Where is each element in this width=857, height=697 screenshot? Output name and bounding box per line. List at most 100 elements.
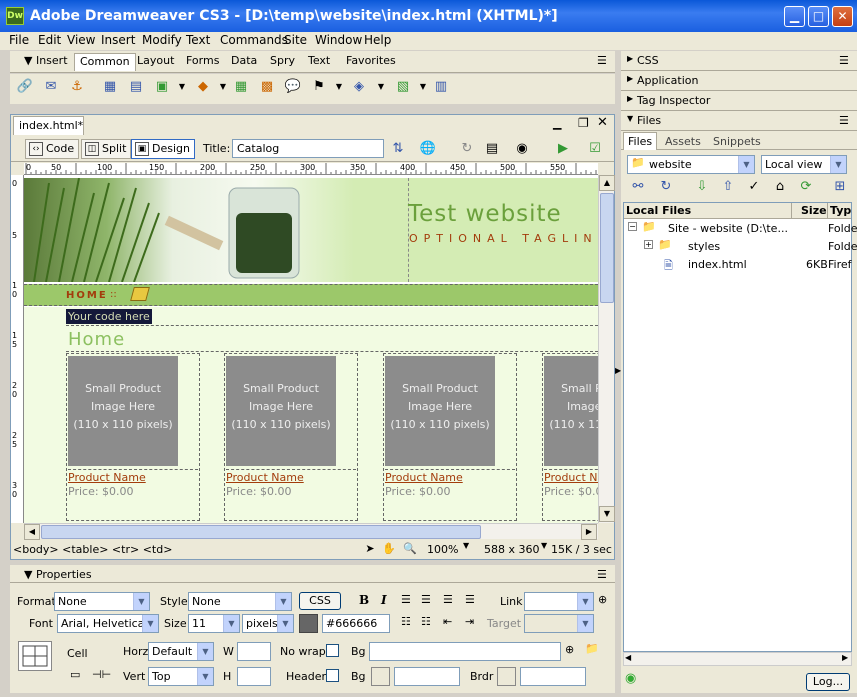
scroll-left-icon[interactable]: ◀ (625, 653, 631, 662)
refresh-design-icon[interactable]: ↻ (458, 140, 476, 158)
get-files-icon[interactable]: ⇩ (693, 178, 711, 196)
menu-insert[interactable]: Insert (101, 33, 135, 47)
preview-browser-icon[interactable]: 🌐 (419, 140, 437, 158)
product-name-link[interactable]: Product Name (68, 471, 146, 484)
media-dropdown-icon[interactable]: ▼ (214, 78, 232, 96)
panel-options-icon[interactable]: ☰ (597, 568, 607, 581)
tag-chooser-icon[interactable]: ▥ (432, 78, 450, 96)
zoom-tool-icon[interactable]: 🔍 (401, 540, 419, 558)
design-canvas[interactable]: Test website OPTIONAL TAGLINE HOME :: Yo… (24, 175, 598, 523)
scroll-left-icon[interactable]: ◀ (24, 524, 40, 540)
tab-favorites[interactable]: Favorites (346, 54, 396, 67)
image-icon[interactable]: ▣ (153, 78, 171, 96)
view-select[interactable]: Local view (761, 155, 847, 174)
script-icon[interactable]: ◈ (350, 78, 368, 96)
browse-folder-icon[interactable]: 📁 (585, 642, 599, 655)
menu-modify[interactable]: Modify (142, 33, 182, 47)
target-select[interactable] (524, 614, 594, 633)
files-panel-header[interactable]: ▼ Files ☰ (621, 111, 857, 131)
doc-close-icon[interactable]: ✕ (597, 115, 608, 130)
size-select[interactable]: 11 (188, 614, 240, 633)
nav-home-link[interactable]: HOME (66, 290, 108, 301)
header-checkbox[interactable] (326, 669, 339, 682)
menu-view[interactable]: View (67, 33, 95, 47)
properties-header[interactable]: ▼ Properties ☰ (10, 565, 615, 583)
collapse-tree-icon[interactable]: − (628, 222, 637, 231)
insert-bar-title[interactable]: ▼ Insert (24, 54, 68, 67)
window-size[interactable]: 588 x 360 (484, 543, 540, 556)
menu-edit[interactable]: Edit (38, 33, 61, 47)
bold-button[interactable]: B (359, 593, 369, 607)
format-select[interactable]: None (54, 592, 150, 611)
align-center-icon[interactable]: ☰ (421, 593, 431, 606)
title-input[interactable]: Catalog (232, 139, 384, 158)
scroll-down-icon[interactable]: ▼ (599, 506, 615, 522)
tag-selector[interactable]: <body> <table> <tr> <td> (13, 543, 172, 556)
scroll-right-icon[interactable]: ▶ (842, 653, 848, 662)
check-browser-icon[interactable]: ☑ (586, 140, 604, 158)
bg-color-swatch[interactable] (371, 667, 390, 686)
visual-aids-icon[interactable]: ◉ (513, 140, 531, 158)
maximize-button[interactable]: □ (808, 6, 829, 27)
height-input[interactable] (237, 667, 271, 686)
head-dropdown-icon[interactable]: ▼ (330, 78, 348, 96)
point-to-file-icon[interactable]: ⊕ (598, 593, 607, 606)
tab-snippets[interactable]: Snippets (713, 135, 761, 148)
design-view-button[interactable]: ▣ Design (131, 139, 195, 159)
border-color-input[interactable] (520, 667, 586, 686)
menu-site[interactable]: Site (284, 33, 307, 47)
align-left-icon[interactable]: ☰ (401, 593, 411, 606)
horizontal-scrollbar[interactable]: ◀ ▶ (24, 523, 598, 540)
application-panel-header[interactable]: ▶ Application (621, 71, 857, 91)
check-out-icon[interactable]: ✓ (745, 178, 763, 196)
indent-icon[interactable]: ⇥ (465, 615, 474, 628)
tab-forms[interactable]: Forms (186, 54, 219, 67)
hyperlink-icon[interactable]: 🔗 (16, 78, 34, 96)
panel-options-icon[interactable]: ☰ (839, 54, 849, 67)
split-view-button[interactable]: ◫ Split (81, 139, 132, 159)
check-in-icon[interactable]: ⌂ (771, 178, 789, 196)
menu-text[interactable]: Text (186, 33, 210, 47)
text-color-swatch[interactable] (299, 614, 318, 633)
zoom-select[interactable]: 100% (427, 543, 458, 556)
scroll-right-icon[interactable]: ▶ (581, 524, 597, 540)
minimize-button[interactable]: ▁ (784, 6, 805, 27)
align-right-icon[interactable]: ☰ (443, 593, 453, 606)
horizontal-scroll-thumb[interactable] (41, 525, 481, 539)
script-dropdown-icon[interactable]: ▼ (372, 78, 390, 96)
outdent-icon[interactable]: ⇤ (443, 615, 452, 628)
synchronize-icon[interactable]: ⟳ (797, 178, 815, 196)
select-tool-icon[interactable]: ➤ (361, 540, 379, 558)
tab-common[interactable]: Common (74, 53, 136, 71)
vert-select[interactable]: Top (148, 667, 214, 686)
div-tag-icon[interactable]: ▤ (127, 78, 145, 96)
css-button[interactable]: CSS (299, 592, 341, 610)
bg-color-input[interactable] (394, 667, 460, 686)
put-files-icon[interactable]: ⇧ (719, 178, 737, 196)
link-input[interactable] (524, 592, 594, 611)
hand-tool-icon[interactable]: ✋ (380, 540, 398, 558)
file-management-icon[interactable]: ⇅ (389, 140, 407, 158)
border-color-swatch[interactable] (497, 667, 516, 686)
expand-view-icon[interactable]: ⊞ (831, 178, 849, 196)
tab-spry[interactable]: Spry (270, 54, 295, 67)
product-name-link[interactable]: Product Name (226, 471, 304, 484)
menu-file[interactable]: File (9, 33, 29, 47)
document-tab[interactable]: index.html* (13, 116, 84, 135)
validate-markup-icon[interactable]: ▶ (554, 140, 572, 158)
ordered-list-icon[interactable]: ☷ (421, 615, 431, 628)
menu-commands[interactable]: Commands (220, 33, 288, 47)
comment-icon[interactable]: 💬 (284, 78, 302, 96)
tag-inspector-panel-header[interactable]: ▶ Tag Inspector (621, 91, 857, 111)
view-options-icon[interactable]: ▤ (483, 140, 501, 158)
close-button[interactable]: ✕ (832, 6, 853, 27)
templates-dropdown-icon[interactable]: ▼ (414, 78, 432, 96)
merge-cells-icon[interactable]: ▭ (70, 668, 80, 681)
point-to-file-icon[interactable]: ⊕ (565, 643, 574, 656)
panel-options-icon[interactable]: ☰ (597, 54, 607, 67)
split-cell-icon[interactable]: ⊣⊢ (92, 668, 111, 681)
zoom-dropdown-icon[interactable]: ▼ (463, 541, 469, 550)
email-link-icon[interactable]: ✉ (42, 78, 60, 96)
menu-help[interactable]: Help (364, 33, 391, 47)
log-button[interactable]: Log... (806, 673, 850, 691)
